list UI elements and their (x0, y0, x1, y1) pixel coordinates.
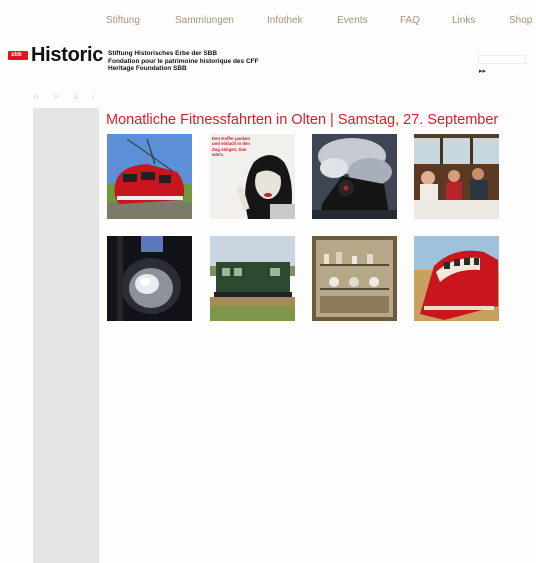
steam-locomotive-smoke-photo[interactable] (312, 134, 397, 219)
foundation-name-de: Stiftung Historisches Erbe der SBB (108, 50, 218, 57)
nav-link-faq[interactable]: FAQ (400, 15, 420, 26)
locomotive-headlamp-photo[interactable] (107, 236, 192, 321)
language-link-de[interactable]: D (34, 95, 38, 101)
main-navigation: Stiftung Sammlungen Infothek Events FAQ … (0, 0, 536, 40)
poster-text: Den Koffer packen und einfach in den Zug… (212, 136, 250, 157)
search-go-button[interactable]: ▸▸ (479, 67, 486, 75)
language-link-fr[interactable]: F (55, 95, 59, 101)
foundation-name-en: Heritage Foundation SBB (108, 65, 187, 72)
nav-link-infothek[interactable]: Infothek (267, 15, 303, 26)
sbb-logo-text: sbb (11, 52, 22, 58)
nav-link-stiftung[interactable]: Stiftung (106, 15, 140, 26)
search-input[interactable] (478, 55, 526, 64)
language-link-en[interactable]: E (74, 95, 78, 101)
vintage-poster-woman-photo[interactable]: Den Koffer packen und einfach in den Zug… (210, 134, 295, 219)
foundation-name-fr: Fondation pour le patrimoine historique … (108, 57, 259, 65)
left-sidebar (33, 108, 99, 563)
red-arrow-railcar-photo[interactable] (107, 134, 192, 219)
event-headline[interactable]: Monatliche Fitnessfahrten in Olten | Sam… (106, 112, 506, 128)
nav-link-events[interactable]: Events (337, 15, 368, 26)
brand-name[interactable]: Historic (31, 44, 103, 67)
nav-link-links[interactable]: Links (452, 15, 475, 26)
nav-link-shop[interactable]: Shop (509, 15, 532, 26)
sbb-logo-icon[interactable]: sbb (8, 51, 28, 60)
foundation-names: Stiftung Historisches Erbe der SBB Fonda… (108, 50, 259, 73)
language-link-it[interactable]: I (92, 95, 94, 101)
nav-link-sammlungen[interactable]: Sammlungen (175, 15, 234, 26)
museum-display-cabinet-photo[interactable] (312, 236, 397, 321)
dining-car-passengers-photo[interactable] (414, 134, 499, 219)
green-electric-locomotive-photo[interactable] (210, 236, 295, 321)
red-train-curve-photo[interactable] (414, 236, 499, 321)
